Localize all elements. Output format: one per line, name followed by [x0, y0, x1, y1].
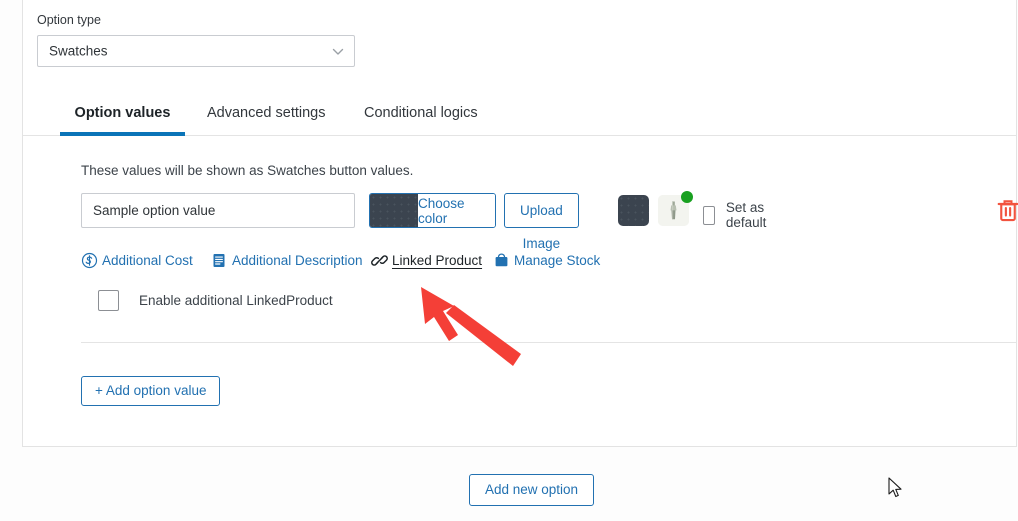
- add-option-value-button[interactable]: + Add option value: [81, 376, 221, 406]
- option-type-group: Option type Swatches: [37, 14, 355, 67]
- option-card: Option type Swatches Option values Advan…: [22, 0, 1018, 447]
- set-as-default-label: Set as default: [725, 200, 767, 230]
- option-type-select[interactable]: Swatches: [37, 34, 355, 67]
- list-lines-icon: [211, 252, 228, 269]
- mouse-cursor: [888, 477, 904, 499]
- delete-option-value-button[interactable]: [993, 196, 1018, 226]
- link-additional-cost[interactable]: Additional Cost: [81, 252, 193, 269]
- dollar-circle-icon: [81, 252, 98, 269]
- image-status-badge: [681, 191, 693, 203]
- uploaded-image-thumbnail[interactable]: [658, 191, 693, 226]
- set-as-default-checkbox[interactable]: [703, 205, 715, 225]
- link-additional-cost-label: Additional Cost: [102, 253, 193, 268]
- color-swatch-preview: [370, 194, 418, 227]
- link-manage-stock-label: Manage Stock: [514, 253, 601, 268]
- tab-conditional-logics[interactable]: Conditional logics: [362, 95, 480, 136]
- selected-color-swatch[interactable]: [618, 195, 649, 226]
- choose-color-button[interactable]: Choose color: [369, 193, 496, 228]
- values-hint-text: These values will be shown as Swatches b…: [81, 163, 414, 178]
- upload-image-button[interactable]: Upload Image: [504, 193, 579, 251]
- tab-bar: Option values Advanced settings Conditio…: [23, 95, 1016, 136]
- link-additional-description[interactable]: Additional Description: [211, 252, 363, 269]
- option-type-selected-value: Swatches: [49, 43, 108, 58]
- link-linked-product[interactable]: Linked Product: [371, 252, 482, 269]
- set-as-default-group: Set as default: [703, 200, 774, 230]
- enable-additional-label: Enable additional LinkedProduct: [139, 293, 333, 308]
- add-new-option-button[interactable]: Add new option: [469, 474, 595, 506]
- enable-additional-checkbox[interactable]: [98, 290, 119, 311]
- link-manage-stock[interactable]: Manage Stock: [493, 252, 600, 269]
- tab-option-values[interactable]: Option values: [60, 95, 185, 136]
- link-additional-description-label: Additional Description: [232, 253, 363, 268]
- option-type-label: Option type: [37, 13, 101, 27]
- enable-additional-group: Enable additional LinkedProduct: [98, 290, 333, 311]
- page-background: Option type Swatches Option values Advan…: [0, 0, 1018, 521]
- option-value-input[interactable]: [81, 193, 355, 228]
- section-divider: [81, 342, 1016, 343]
- choose-color-label: Choose color: [418, 194, 495, 227]
- shopping-bag-icon: [493, 252, 510, 269]
- tab-advanced-settings[interactable]: Advanced settings: [205, 95, 328, 136]
- chevron-down-icon: [332, 45, 344, 56]
- link-linked-product-label: Linked Product: [392, 253, 483, 268]
- chain-link-icon: [371, 252, 388, 269]
